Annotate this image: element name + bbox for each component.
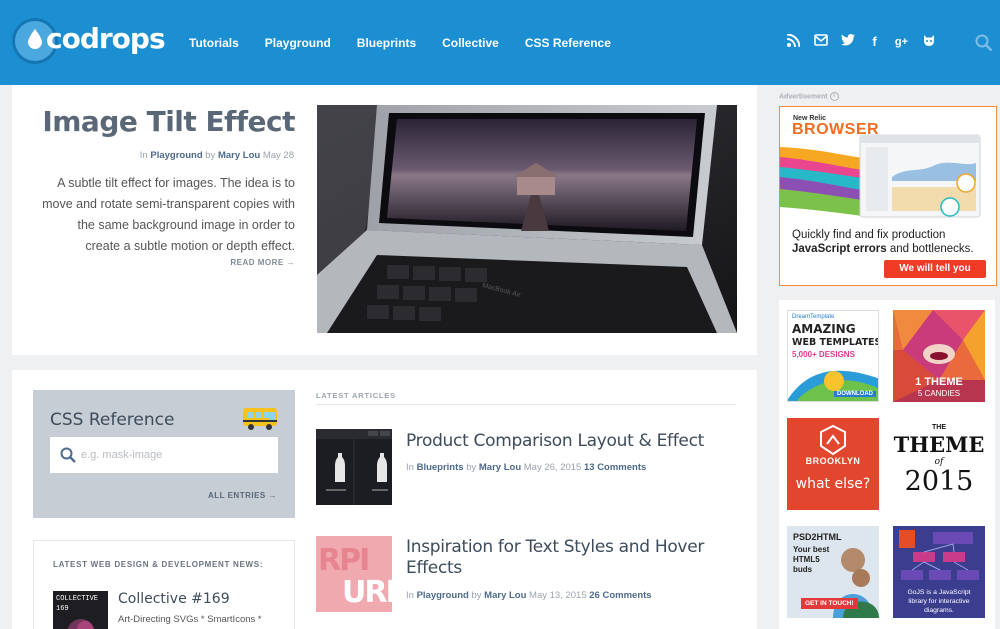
nr-text-3: and bottlenecks. <box>886 243 974 255</box>
magnifier-icon <box>60 447 76 463</box>
news-item-title[interactable]: Collective #169 <box>118 591 230 607</box>
search-icon[interactable] <box>975 34 993 52</box>
all-entries-link[interactable]: ALL ENTRIES → <box>208 491 277 500</box>
featured-meta: In Playground by Mary Lou May 28 <box>140 150 294 161</box>
sponsor-psd2html[interactable]: PSD2HTML Your best HTML5 buds GET IN TOU… <box>787 526 879 618</box>
article-date: May 13, 2015 <box>529 590 587 601</box>
nav-css-reference[interactable]: CSS Reference <box>525 36 611 50</box>
codrops-logo[interactable]: codrops <box>12 18 166 64</box>
nr-text-1: Quickly find and fix production <box>792 229 946 241</box>
newrelic-text: Quickly find and fix production JavaScri… <box>792 228 996 256</box>
meta-in-label: In <box>406 462 414 473</box>
featured-description: A subtle tilt effect for images. The ide… <box>42 176 295 253</box>
dt-line4: 5,000+ DESIGNS <box>792 350 855 359</box>
brooklyn-line2: what else? <box>795 476 871 492</box>
sponsor-candies[interactable]: 1 THEME 5 CANDIES <box>893 310 985 402</box>
gojs-line3: diagrams. <box>924 607 954 614</box>
meta-in-label: In <box>139 150 148 161</box>
article-meta: In Blueprints by Mary Lou May 26, 2015 1… <box>406 462 646 473</box>
news-item-subtitle: Art-Directing SVGs * SmartIcons * <box>118 614 262 625</box>
candies-line2: 5 CANDIES <box>917 389 961 398</box>
news-widget: LATEST WEB DESIGN & DEVELOPMENT NEWS: CO… <box>33 540 295 629</box>
article-category-link[interactable]: Blueprints <box>417 462 464 473</box>
candies-line1: 1 THEME <box>915 376 963 388</box>
nav-blueprints[interactable]: Blueprints <box>357 36 416 50</box>
article-comments-link[interactable]: 26 Comments <box>589 590 651 601</box>
featured-article: Image Tilt Effect In Playground by Mary … <box>12 85 757 355</box>
gojs-text: GoJS is a JavaScript library for interac… <box>893 588 985 615</box>
meta-by-label: by <box>466 462 477 473</box>
theme-line4: 2015 <box>904 466 974 497</box>
dt-brand: DreamTemplate <box>792 314 835 320</box>
github-icon[interactable] <box>915 34 942 50</box>
sponsor-gojs[interactable]: GoJS is a JavaScript library for interac… <box>893 526 985 618</box>
css-reference-title[interactable]: CSS Reference <box>50 410 174 430</box>
article-author-link[interactable]: Mary Lou <box>484 590 526 601</box>
newrelic-cta-button[interactable]: We will tell you <box>884 260 986 278</box>
site-header: codrops Tutorials Playground Blueprints … <box>0 0 1000 85</box>
brooklyn-line1: BROOKLYN <box>805 456 861 466</box>
news-heading: LATEST WEB DESIGN & DEVELOPMENT NEWS: <box>53 560 264 569</box>
psd-cta: GET IN TOUCH! <box>801 598 858 609</box>
article-category-link[interactable]: Playground <box>417 590 469 601</box>
latest-divider <box>316 404 736 405</box>
sponsors-grid: DreamTemplate AMAZING WEB TEMPLATES 5,00… <box>779 300 995 629</box>
nav-collective[interactable]: Collective <box>442 36 499 50</box>
main-content: CSS Reference ALL ENTRIES → LATEST WEB D… <box>12 370 757 629</box>
featured-image[interactable]: MacBook Air <box>317 105 737 333</box>
article-date: May 26, 2015 <box>523 462 582 473</box>
article-meta: In Playground by Mary Lou May 13, 2015 2… <box>406 590 652 601</box>
collective-thumb-art <box>67 619 95 629</box>
gojs-line2: library for interactive <box>908 598 970 605</box>
google-plus-icon[interactable]: g+ <box>888 34 915 50</box>
dt-download: DOWNLOAD <box>834 391 876 397</box>
article-author-link[interactable]: Mary Lou <box>479 462 521 473</box>
mail-icon[interactable] <box>807 34 834 50</box>
sponsor-dreamtemplate[interactable]: DreamTemplate AMAZING WEB TEMPLATES 5,00… <box>787 310 879 402</box>
featured-date: May 28 <box>262 150 294 161</box>
facebook-icon[interactable]: f <box>861 34 888 50</box>
article-title[interactable]: Product Comparison Layout & Effect <box>406 431 726 452</box>
css-reference-widget: CSS Reference ALL ENTRIES → <box>33 390 295 518</box>
newrelic-graphic <box>780 134 981 218</box>
advertisement-label-text: Advertisement <box>779 93 828 101</box>
meta-by-label: by <box>471 590 482 601</box>
info-icon[interactable]: i <box>829 92 839 101</box>
twitter-icon[interactable] <box>834 34 861 50</box>
dt-line2: AMAZING <box>792 322 856 336</box>
gojs-line1: GoJS is a JavaScript <box>907 589 971 596</box>
school-bus-icon <box>243 408 277 430</box>
nav-tutorials[interactable]: Tutorials <box>189 36 239 50</box>
meta-by-label: by <box>205 150 216 161</box>
svg-text:RPI: RPI <box>318 543 368 578</box>
rss-icon[interactable] <box>780 33 807 50</box>
featured-title[interactable]: Image Tilt Effect <box>42 105 295 138</box>
css-search-box <box>50 437 278 473</box>
collective-thumbnail[interactable]: COLLECTIVE 169 <box>53 591 108 629</box>
article-comments-link[interactable]: 13 Comments <box>584 462 646 473</box>
featured-category-link[interactable]: Playground <box>150 150 202 161</box>
theme-line1: THE <box>932 424 946 431</box>
nav-playground[interactable]: Playground <box>265 36 331 50</box>
advertisement-label: Advertisement i <box>779 92 839 101</box>
drop-icon <box>28 29 42 49</box>
newrelic-ad[interactable]: New Relic BROWSER Quickly find and fix p… <box>779 106 997 286</box>
article-thumbnail[interactable] <box>316 429 392 505</box>
article-thumbnail[interactable]: RPI URI <box>316 536 392 612</box>
logo-text: codrops <box>46 22 166 55</box>
css-search-input[interactable] <box>81 437 271 473</box>
social-links: f g+ <box>780 33 942 50</box>
sponsor-theme-2015[interactable]: THE THEME of 2015 <box>893 418 985 510</box>
main-nav: Tutorials Playground Blueprints Collecti… <box>189 36 637 50</box>
svg-text:URI: URI <box>342 575 392 610</box>
latest-articles-label: LATEST ARTICLES <box>316 391 396 400</box>
dt-line3: WEB TEMPLATES <box>792 337 879 348</box>
meta-in-label: In <box>406 590 414 601</box>
article-title[interactable]: Inspiration for Text Styles and Hover Ef… <box>406 537 726 579</box>
featured-author-link[interactable]: Mary Lou <box>218 150 260 161</box>
sponsor-brooklyn[interactable]: BROOKLYN what else? <box>787 418 879 510</box>
nr-text-2: JavaScript errors <box>792 243 887 255</box>
read-more-link[interactable]: READ MORE → <box>230 258 295 267</box>
theme-line2: THEME <box>893 432 985 457</box>
